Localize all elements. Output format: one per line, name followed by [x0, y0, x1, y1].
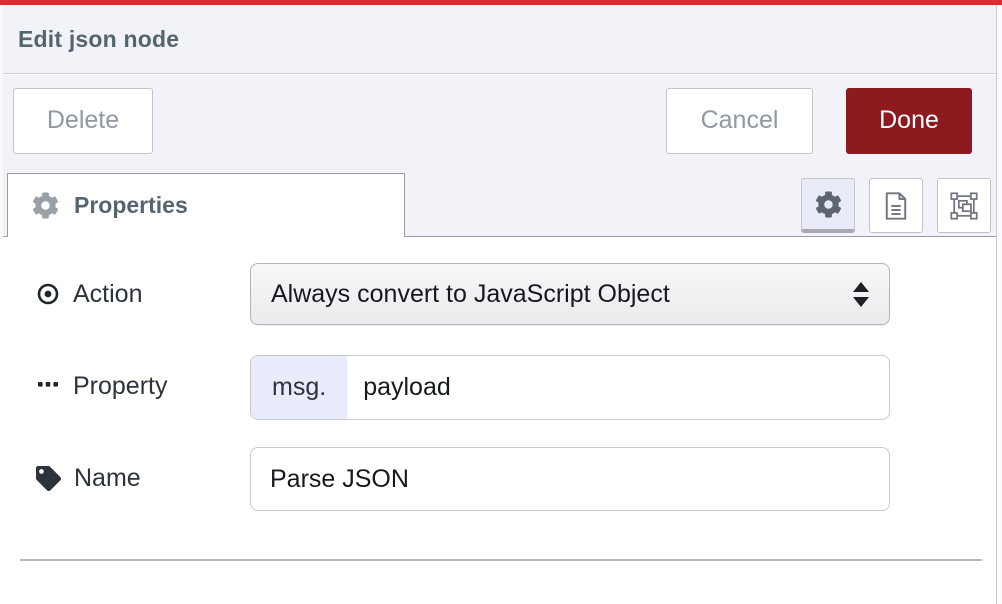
ellipsis-icon	[36, 374, 60, 398]
workspace-top-edge	[0, 0, 1002, 5]
tab-properties-label: Properties	[74, 192, 188, 219]
gear-icon	[32, 192, 59, 219]
action-select-value: Always convert to JavaScript Object	[271, 280, 670, 309]
gear-icon	[815, 191, 842, 218]
name-label-group: Name	[36, 447, 141, 509]
action-label: Action	[73, 280, 142, 309]
delete-button[interactable]: Delete	[13, 88, 153, 154]
tag-icon	[36, 466, 61, 491]
panel-left-edge	[0, 5, 3, 238]
form-row-property: Property msg.	[0, 355, 996, 417]
dialog-title: Edit json node	[18, 26, 179, 53]
property-input: msg.	[250, 355, 890, 420]
appearance-icon	[949, 191, 979, 221]
node-description-button[interactable]	[869, 178, 923, 233]
property-label-group: Property	[36, 355, 167, 417]
panel-right-edge	[996, 5, 1002, 604]
section-divider	[20, 559, 982, 561]
tab-properties[interactable]: Properties	[7, 173, 405, 237]
dot-circle-icon	[36, 282, 60, 306]
file-text-icon	[882, 191, 910, 221]
node-properties-button[interactable]	[801, 178, 855, 233]
action-select[interactable]: Always convert to JavaScript Object	[250, 263, 890, 325]
dialog-header: Edit json node	[0, 5, 996, 74]
tab-icon-buttons	[801, 178, 991, 233]
done-button[interactable]: Done	[846, 88, 972, 154]
property-label: Property	[73, 372, 167, 401]
tab-bar: Properties	[0, 166, 996, 237]
dialog-toolbar: Delete Cancel Done	[0, 75, 996, 166]
name-label: Name	[74, 464, 141, 493]
name-input[interactable]	[250, 447, 890, 511]
property-type-prefix[interactable]: msg.	[251, 356, 347, 419]
cancel-button[interactable]: Cancel	[666, 88, 813, 154]
form-row-action: Action Always convert to JavaScript Obje…	[0, 263, 996, 325]
node-appearance-button[interactable]	[937, 178, 991, 233]
dialog-body: Action Always convert to JavaScript Obje…	[0, 237, 996, 604]
select-arrows-icon	[853, 282, 869, 307]
property-value-input[interactable]	[347, 356, 889, 419]
action-label-group: Action	[36, 263, 142, 325]
form-row-name: Name	[0, 447, 996, 509]
